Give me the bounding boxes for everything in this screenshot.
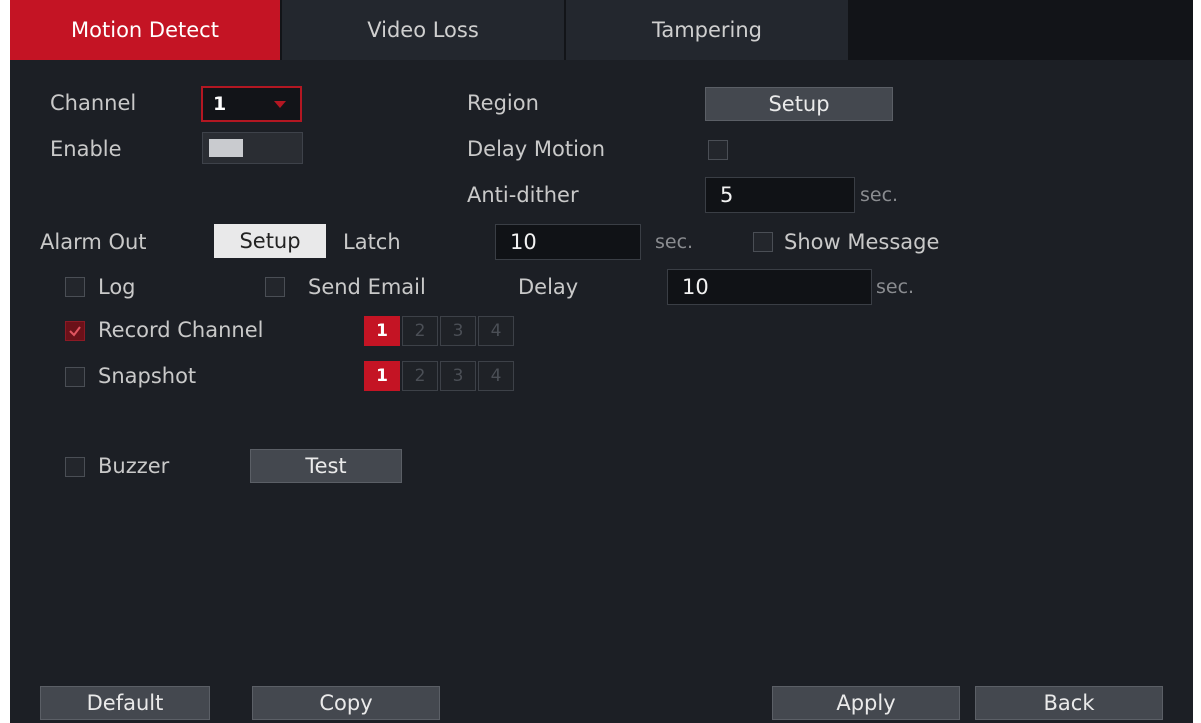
snapshot-checkbox[interactable] <box>65 367 85 387</box>
channel-label: Channel <box>50 91 137 115</box>
log-label: Log <box>98 275 136 299</box>
send-email-label: Send Email <box>308 275 426 299</box>
toggle-knob <box>209 139 243 157</box>
copy-button[interactable]: Copy <box>252 686 440 720</box>
motion-detect-panel: Motion Detect Video Loss Tampering Chann… <box>10 0 1193 723</box>
channel-select[interactable]: 1 <box>201 86 302 122</box>
enable-label: Enable <box>50 137 122 161</box>
record-channel-4[interactable]: 4 <box>478 316 514 346</box>
apply-button[interactable]: Apply <box>772 686 960 720</box>
buzzer-checkbox[interactable] <box>65 457 85 477</box>
buzzer-test-button[interactable]: Test <box>250 449 402 483</box>
delay-motion-checkbox[interactable] <box>708 140 728 160</box>
show-message-label: Show Message <box>784 230 940 254</box>
tab-motion-detect[interactable]: Motion Detect <box>10 0 280 60</box>
alarm-out-label: Alarm Out <box>40 230 147 254</box>
record-channel-1[interactable]: 1 <box>364 316 400 346</box>
delay-label: Delay <box>518 275 579 299</box>
log-checkbox[interactable] <box>65 277 85 297</box>
latch-unit: sec. <box>655 231 694 253</box>
enable-toggle[interactable] <box>202 132 303 164</box>
tab-tampering[interactable]: Tampering <box>566 0 848 60</box>
snapshot-channel-1[interactable]: 1 <box>364 361 400 391</box>
channel-value: 1 <box>213 93 227 115</box>
snapshot-channel-3[interactable]: 3 <box>440 361 476 391</box>
region-label: Region <box>467 91 539 115</box>
buzzer-label: Buzzer <box>98 454 170 478</box>
anti-dither-unit: sec. <box>860 184 899 206</box>
snapshot-label: Snapshot <box>98 364 197 388</box>
tab-bar: Motion Detect Video Loss Tampering <box>10 0 1193 60</box>
send-email-checkbox[interactable] <box>265 277 285 297</box>
back-button[interactable]: Back <box>975 686 1163 720</box>
anti-dither-input[interactable]: 5 <box>705 177 855 213</box>
latch-input[interactable]: 10 <box>495 224 641 260</box>
delay-input[interactable]: 10 <box>667 269 872 305</box>
record-channel-label: Record Channel <box>98 318 264 342</box>
chevron-down-icon <box>274 101 286 108</box>
region-setup-button[interactable]: Setup <box>705 87 893 121</box>
checkmark-icon <box>69 326 81 337</box>
snapshot-channel-4[interactable]: 4 <box>478 361 514 391</box>
latch-label: Latch <box>343 230 401 254</box>
default-button[interactable]: Default <box>40 686 210 720</box>
delay-motion-label: Delay Motion <box>467 137 606 161</box>
anti-dither-label: Anti-dither <box>467 183 579 207</box>
show-message-checkbox[interactable] <box>753 232 773 252</box>
record-channel-checkbox[interactable] <box>65 321 85 341</box>
delay-unit: sec. <box>876 276 915 298</box>
record-channel-3[interactable]: 3 <box>440 316 476 346</box>
tab-video-loss[interactable]: Video Loss <box>282 0 564 60</box>
alarm-out-setup-button[interactable]: Setup <box>214 224 326 258</box>
record-channel-2[interactable]: 2 <box>402 316 438 346</box>
snapshot-channel-2[interactable]: 2 <box>402 361 438 391</box>
